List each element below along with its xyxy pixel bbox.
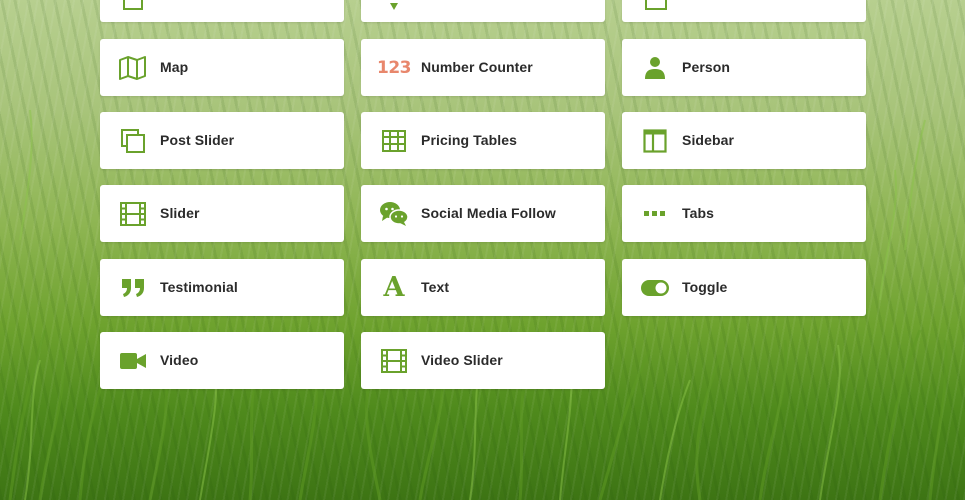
post-slider-icon <box>118 126 148 156</box>
module-post-slider[interactable]: Post Slider <box>100 112 344 169</box>
module-label: Sidebar <box>682 132 735 148</box>
module-label: Text <box>421 279 450 295</box>
module-social-media-follow[interactable]: Social Media Follow <box>361 185 605 242</box>
module-label: Video <box>160 352 199 368</box>
module-sidebar[interactable]: Sidebar <box>622 112 866 169</box>
person-icon <box>640 53 670 83</box>
module-map[interactable]: Map <box>100 39 344 96</box>
module-number-counter[interactable]: 123 Number Counter <box>361 39 605 96</box>
map-icon <box>118 53 148 83</box>
module-label: Person <box>682 59 731 75</box>
toggle-icon <box>640 273 670 303</box>
grid-icon <box>640 0 670 15</box>
text-icon: A <box>383 272 405 303</box>
module-label: Social Media Follow <box>421 205 556 221</box>
module-toggle[interactable]: Toggle <box>622 259 866 316</box>
module-label: Video Slider <box>421 352 503 368</box>
module-label: Toggle <box>682 279 728 295</box>
tabs-dots-icon <box>640 199 670 229</box>
module-card-partial[interactable] <box>100 0 344 22</box>
chat-bubbles-icon <box>379 199 409 229</box>
number-counter-icon: 123 <box>377 58 412 78</box>
module-label: Pricing Tables <box>421 132 518 148</box>
module-card-partial[interactable] <box>622 0 866 22</box>
sidebar-icon <box>640 126 670 156</box>
module-card-partial[interactable] <box>361 0 605 22</box>
quote-icon <box>118 273 148 303</box>
module-label: Number Counter <box>421 59 533 75</box>
module-label: Tabs <box>682 205 715 221</box>
module-label: Post Slider <box>160 132 235 148</box>
map-pin-icon <box>379 0 409 15</box>
module-slider[interactable]: Slider <box>100 185 344 242</box>
module-label: Map <box>160 59 189 75</box>
module-text[interactable]: A Text <box>361 259 605 316</box>
pricing-table-icon <box>379 126 409 156</box>
module-video[interactable]: Video <box>100 332 344 389</box>
module-tabs[interactable]: Tabs <box>622 185 866 242</box>
module-label: Slider <box>160 205 200 221</box>
module-person[interactable]: Person <box>622 39 866 96</box>
module-label: Testimonial <box>160 279 238 295</box>
film-icon <box>118 199 148 229</box>
module-testimonial[interactable]: Testimonial <box>100 259 344 316</box>
film-icon <box>379 346 409 376</box>
grid-icon <box>118 0 148 15</box>
module-pricing-tables[interactable]: Pricing Tables <box>361 112 605 169</box>
video-camera-icon <box>118 346 148 376</box>
module-video-slider[interactable]: Video Slider <box>361 332 605 389</box>
